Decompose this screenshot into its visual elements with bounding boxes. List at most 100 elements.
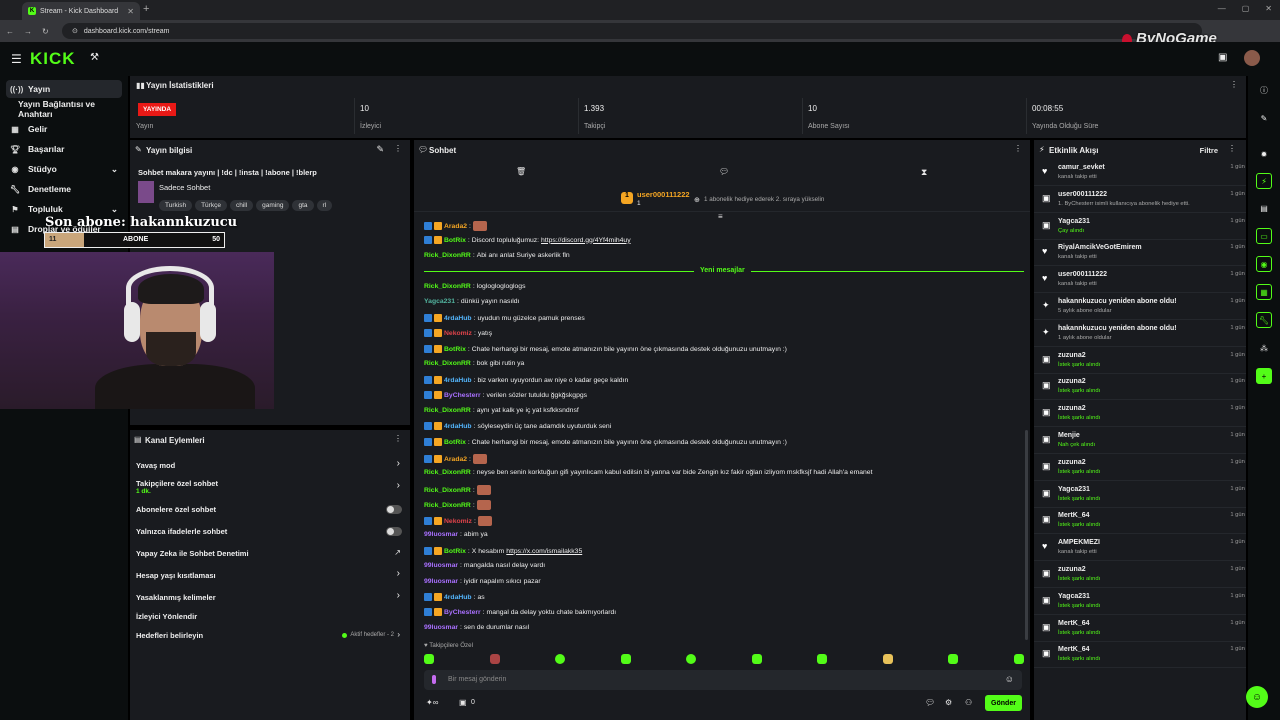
raid-label[interactable]: İzleyici Yönlendir <box>136 612 197 621</box>
chat-scrollbar[interactable] <box>1025 430 1028 640</box>
activity-username[interactable]: zuzuna2 <box>1058 405 1086 412</box>
emote-only-toggle[interactable] <box>386 527 402 536</box>
more-icon[interactable]: ⋮ <box>394 434 402 443</box>
chat-settings-icon[interactable]: 💬︎ <box>925 698 935 707</box>
chevron-right-icon[interactable]: › <box>397 480 400 491</box>
chat-username[interactable]: 4rdaHub <box>444 315 472 322</box>
chat-bubble-icon[interactable]: 💬︎ <box>719 167 729 176</box>
chat-username[interactable]: 4rdaHub <box>444 377 472 384</box>
chevron-right-icon[interactable]: › <box>397 590 400 601</box>
more-icon[interactable]: ⋮ <box>394 144 402 153</box>
filter-button[interactable]: Filtre <box>1200 146 1218 155</box>
store-icon[interactable]: ▣ <box>459 698 467 707</box>
browser-tab[interactable]: K Stream - Kick Dashboard ✕ <box>22 2 140 20</box>
chat-username[interactable]: Rick_DixonRR <box>424 469 471 476</box>
chat-username[interactable]: 99luosmar <box>424 624 458 631</box>
add-widget-icon[interactable]: + <box>1256 368 1272 384</box>
activity-username[interactable]: zuzuna2 <box>1058 378 1086 385</box>
activity-username[interactable]: Menjie <box>1058 432 1080 439</box>
chat-username[interactable]: BotRix <box>444 237 466 244</box>
banned-words-label[interactable]: Yasaklanmış kelimeler <box>136 593 216 602</box>
menu-icon[interactable]: ☰ <box>11 52 22 66</box>
back-icon[interactable]: ← <box>6 27 14 36</box>
chat-icon[interactable]: ▭ <box>1256 228 1272 244</box>
activity-username[interactable]: zuzuna2 <box>1058 459 1086 466</box>
chat-username[interactable]: 4rdaHub <box>444 423 472 430</box>
users-icon[interactable]: ⚇ <box>965 698 972 707</box>
url-field[interactable]: ⊙ dashboard.kick.com/stream <box>62 23 1202 39</box>
sidebar-item-key[interactable]: Yayın Bağlantısı ve Anahtarı <box>14 99 130 119</box>
activity-username[interactable]: hakannkuzucu yeniden abone oldu! <box>1058 298 1177 305</box>
chat-username[interactable]: 4rdaHub <box>444 594 472 601</box>
chevron-down-icon[interactable]: ⌄ <box>111 204 118 215</box>
emoji-icon[interactable]: ☺ <box>1005 674 1014 684</box>
help-chat-button[interactable]: ☺ <box>1246 686 1268 708</box>
activity-username[interactable]: zuzuna2 <box>1058 352 1086 359</box>
trash-icon[interactable]: 🗑︎ <box>516 167 526 176</box>
activity-username[interactable]: user000111222 <box>1058 191 1107 198</box>
emote-icon[interactable] <box>489 654 500 664</box>
chat-username[interactable]: 99luosmar <box>424 562 458 569</box>
chat-username[interactable]: Nekomiz <box>444 518 472 525</box>
info-icon[interactable]: ⓘ <box>1256 82 1272 98</box>
subs-only-toggle[interactable] <box>386 505 402 514</box>
emote-icon[interactable] <box>620 654 631 664</box>
chat-username[interactable]: Rick_DixonRR <box>424 407 471 414</box>
sidebar-item-denetleme[interactable]: 🔧︎ Denetleme <box>6 180 122 198</box>
activity-username[interactable]: RiyalAmcikVeGotEmirem <box>1058 244 1142 251</box>
close-icon[interactable]: ✕ <box>127 7 134 16</box>
sidebar-item-studyo[interactable]: ◉ Stüdyo ⌄ <box>6 160 122 178</box>
chevron-right-icon[interactable]: › <box>397 568 400 579</box>
forward-icon[interactable]: → <box>24 27 32 36</box>
chat-username[interactable]: 99luosmar <box>424 578 458 585</box>
emote-icon[interactable] <box>1013 654 1024 664</box>
chat-username[interactable]: Rick_DixonRR <box>424 252 471 259</box>
new-tab-icon[interactable]: + <box>143 3 149 15</box>
broadcast-icon[interactable]: ◉ <box>1256 256 1272 272</box>
chat-username[interactable]: Nekomiz <box>444 330 472 337</box>
hammer-icon[interactable]: ⚒ <box>90 52 99 63</box>
activity-username[interactable]: user000111222 <box>1058 271 1107 278</box>
hourglass-icon[interactable]: ⧗ <box>921 167 927 178</box>
emote-icon[interactable] <box>948 654 959 664</box>
chat-input[interactable]: Bir mesaj gönderin ☺ <box>424 670 1022 690</box>
expand-icon[interactable]: ≡ <box>718 212 723 221</box>
minimize-icon[interactable]: — <box>1218 4 1226 13</box>
chat-username[interactable]: 99luosmar <box>424 531 458 538</box>
activity-username[interactable]: camur_sevket <box>1058 164 1105 171</box>
chat-username[interactable]: Arada2 <box>444 456 467 463</box>
chevron-down-icon[interactable]: ⌄ <box>111 164 118 175</box>
sidebar-item-yayin[interactable]: ((·)) Yayın <box>6 80 122 98</box>
window-close-icon[interactable]: ✕ <box>1265 4 1272 13</box>
pinned-user[interactable]: user000111222 <box>637 190 690 199</box>
chevron-right-icon[interactable]: › <box>397 458 400 469</box>
chat-username[interactable]: BotRix <box>444 346 466 353</box>
site-info-icon[interactable]: ⊙ <box>72 27 78 35</box>
sidebar-item-basarilar[interactable]: 🏆︎ Başarılar <box>6 140 122 158</box>
send-button[interactable]: Gönder <box>985 695 1022 711</box>
emote-icon[interactable] <box>817 654 828 664</box>
followers-only-label[interactable]: Takipçilere özel sohbet <box>136 479 218 488</box>
emote-icon[interactable] <box>686 654 697 664</box>
activity-username[interactable]: Yagca231 <box>1058 593 1090 600</box>
reload-icon[interactable]: ↻ <box>42 27 49 36</box>
ai-moderation-label[interactable]: Yapay Zeka ile Sohbet Denetimi <box>136 549 249 558</box>
users-icon[interactable]: ⁂ <box>1256 340 1272 356</box>
chat-username[interactable]: Rick_DixonRR <box>424 360 471 367</box>
goals-label[interactable]: Hedefleri belirleyin <box>136 631 203 640</box>
stats-icon[interactable]: ▦ <box>1256 284 1272 300</box>
pencil-icon[interactable]: ✎ <box>1256 110 1272 126</box>
screen-icon[interactable]: ▣ <box>1218 52 1227 63</box>
chat-username[interactable]: ByChesterr <box>444 392 481 399</box>
more-icon[interactable]: ⋮ <box>1014 144 1022 153</box>
chat-username[interactable]: Rick_DixonRR <box>424 283 471 290</box>
chat-link[interactable]: https://x.com/ismailakk35 <box>506 548 582 555</box>
activity-username[interactable]: MertK_64 <box>1058 620 1090 627</box>
sidebar-item-gelir[interactable]: ▦ Gelir <box>6 120 122 138</box>
activity-username[interactable]: Yagca231 <box>1058 486 1090 493</box>
edit-icon[interactable]: ✎ <box>376 144 384 155</box>
activity-username[interactable]: Yagca231 <box>1058 218 1090 225</box>
wrench-icon[interactable]: 🔧︎ <box>1256 312 1272 328</box>
chat-username[interactable]: BotRix <box>444 439 466 446</box>
chat-username[interactable]: Arada2 <box>444 223 467 230</box>
